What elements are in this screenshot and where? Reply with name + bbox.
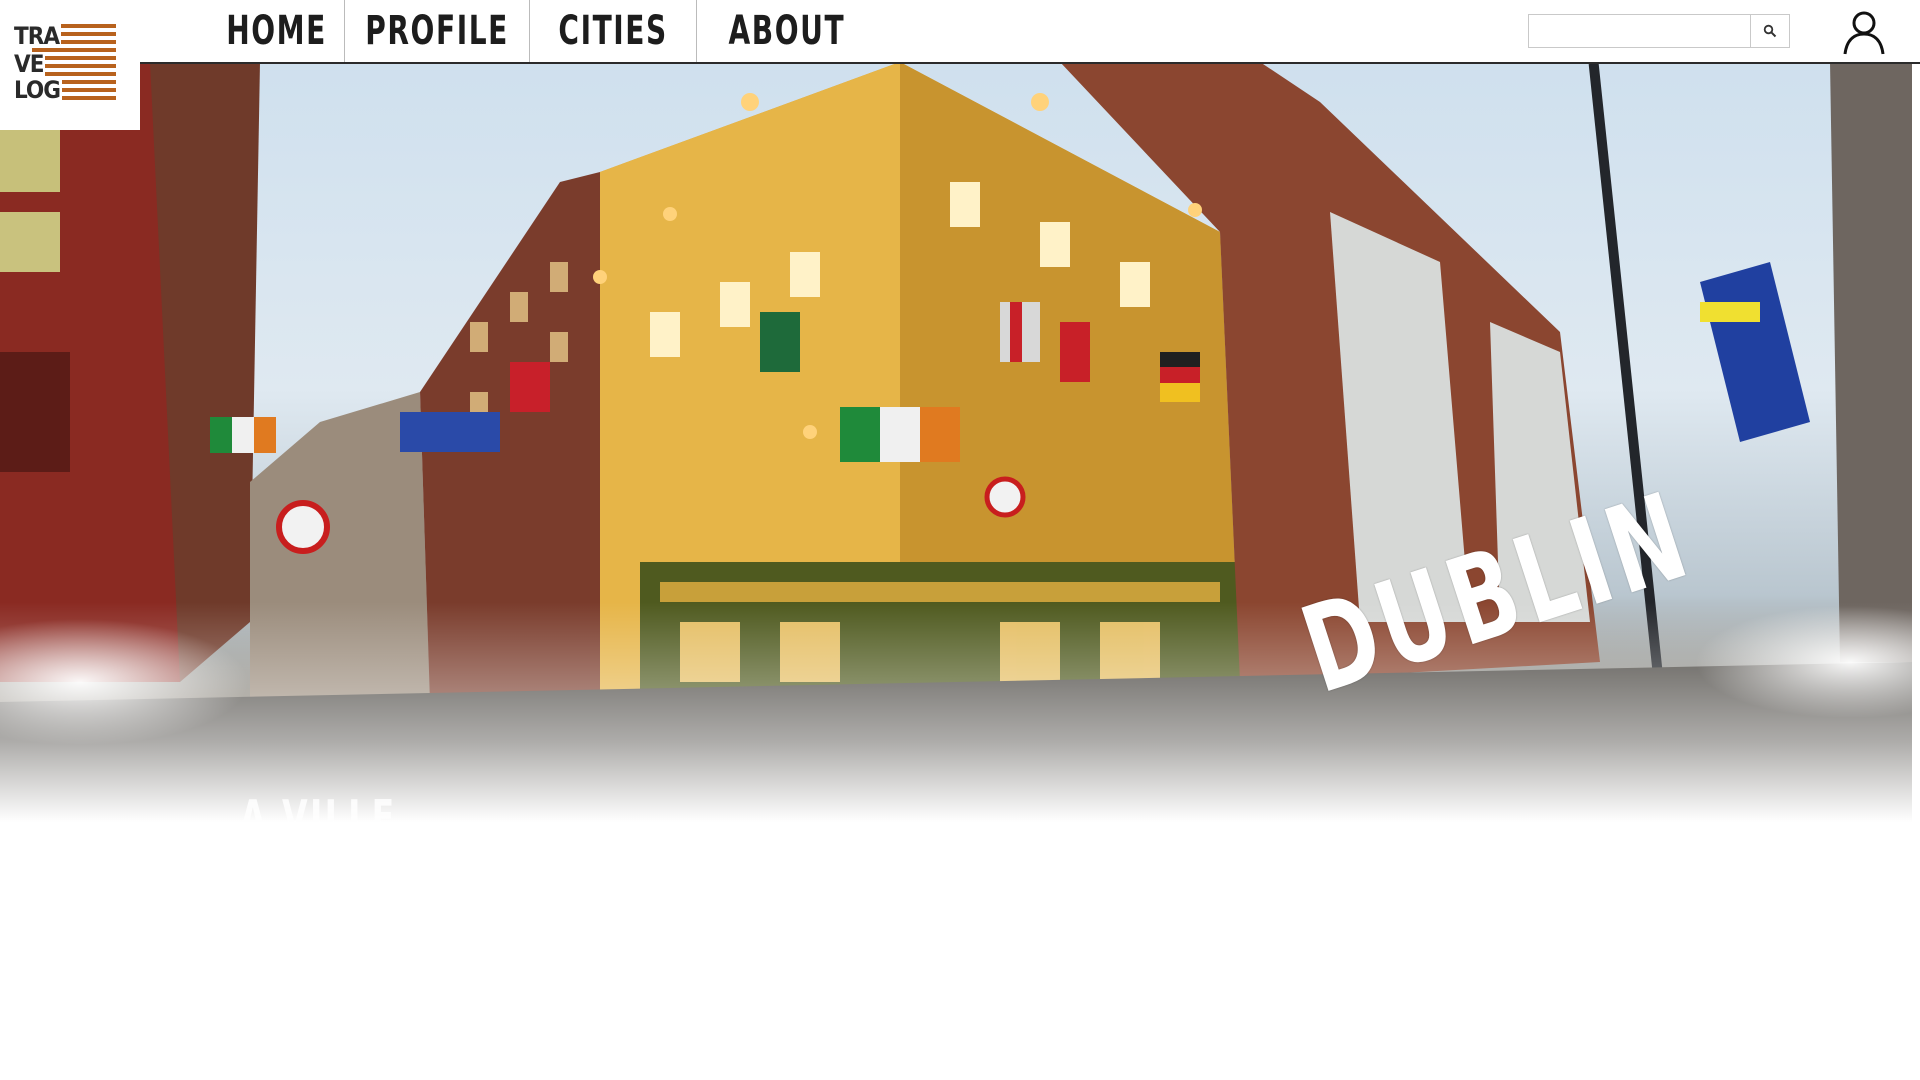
- hero-banner: DUBLIN A VILLE: [0, 62, 1912, 882]
- search-box: [1528, 14, 1790, 48]
- nav-item-home[interactable]: HOME: [210, 0, 345, 62]
- logo-text-line1: TRA: [14, 22, 62, 50]
- logo-text-line2: VE: [14, 50, 46, 78]
- nav-item-profile[interactable]: PROFILE: [345, 0, 530, 62]
- nav-item-about[interactable]: ABOUT: [697, 0, 877, 62]
- user-icon: [1843, 11, 1885, 55]
- search-input[interactable]: [1529, 15, 1750, 47]
- user-account-button[interactable]: [1840, 8, 1888, 56]
- hero-subtitle: A VILLE: [240, 790, 397, 844]
- main-nav: HOME PROFILE CITIES ABOUT: [210, 0, 877, 62]
- site-logo[interactable]: TRA VE LOG: [0, 0, 140, 130]
- nav-item-cities[interactable]: CITIES: [530, 0, 697, 62]
- nav-cities-label[interactable]: CITIES: [558, 0, 667, 62]
- search-icon: [1763, 24, 1777, 38]
- nav-about-label[interactable]: ABOUT: [729, 0, 846, 62]
- top-navigation-bar: HOME PROFILE CITIES ABOUT: [0, 0, 1920, 64]
- search-button[interactable]: [1750, 15, 1789, 47]
- logo-text-line3: LOG: [14, 76, 62, 104]
- nav-home-label[interactable]: HOME: [227, 0, 328, 62]
- nav-profile-label[interactable]: PROFILE: [365, 0, 509, 62]
